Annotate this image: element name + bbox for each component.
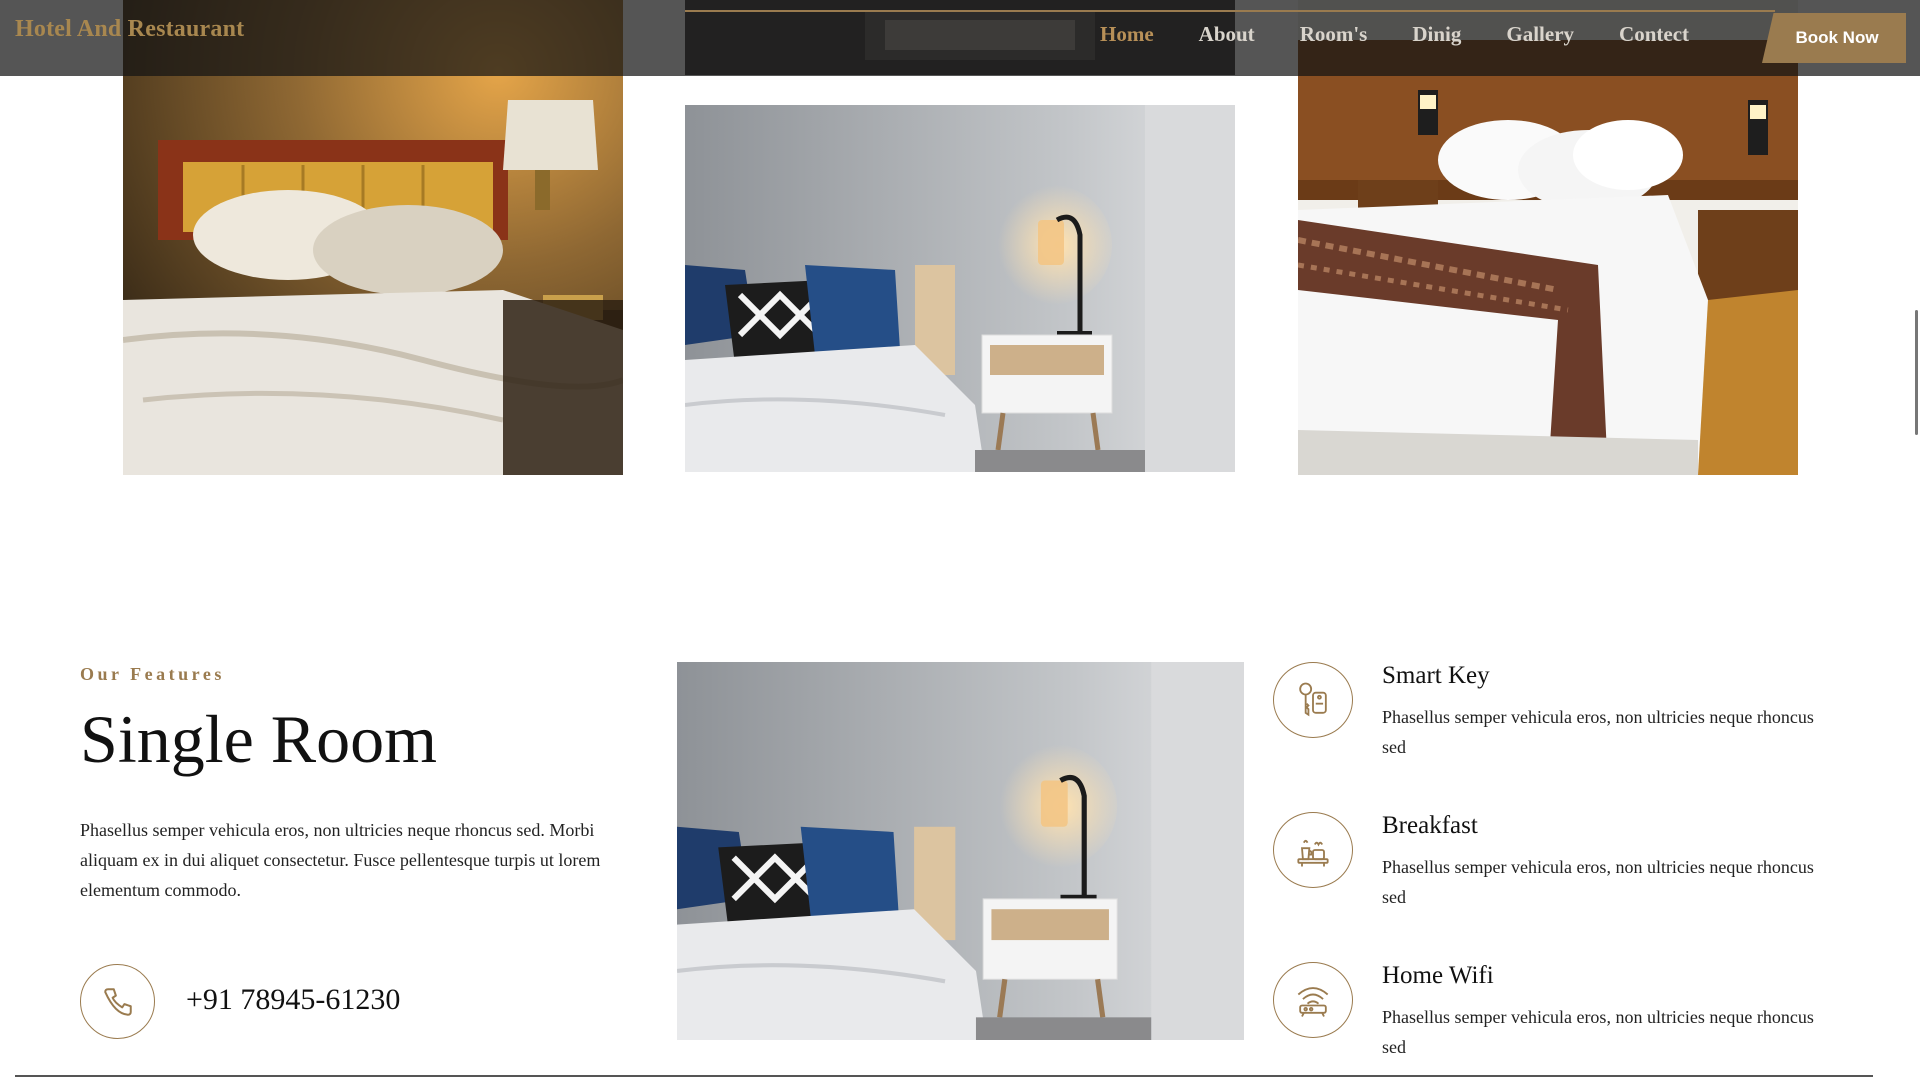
book-now-button[interactable]: Book Now [1762, 13, 1906, 63]
nav-link-about[interactable]: About [1199, 22, 1255, 47]
navbar-accent-line [685, 10, 1775, 12]
feature-text: Phasellus semper vehicula eros, non ultr… [1382, 707, 1814, 757]
nav-link-dining[interactable]: Dinig [1412, 22, 1461, 47]
brand-logo-text[interactable]: Hotel And Restaurant [15, 16, 244, 43]
room-title: Single Room [80, 701, 438, 777]
room-description: Phasellus semper vehicula eros, non ultr… [80, 820, 601, 900]
nav-link-home[interactable]: Home [1100, 22, 1154, 47]
page-scrollbar[interactable] [1915, 310, 1918, 435]
section-divider [15, 1075, 1873, 1077]
phone-icon[interactable] [80, 964, 155, 1039]
top-navbar: Hotel And Restaurant Home About Room's D… [0, 0, 1920, 76]
feature-title: Home Wifi [1382, 962, 1494, 989]
phone-number[interactable]: +91 78945-61230 [186, 983, 400, 1017]
feature-title: Breakfast [1382, 812, 1478, 839]
smart-key-icon [1273, 662, 1353, 738]
single-room-photo [677, 662, 1244, 1040]
feature-title: Smart Key [1382, 662, 1490, 689]
nav-links: Home About Room's Dinig Gallery Contect [1100, 22, 1734, 47]
bedroom-grey-wall-photo [685, 105, 1235, 472]
section-eyebrow: Our Features [80, 664, 225, 684]
nav-link-gallery[interactable]: Gallery [1506, 22, 1574, 47]
breakfast-icon [1273, 812, 1353, 888]
feature-text: Phasellus semper vehicula eros, non ultr… [1382, 1007, 1814, 1057]
nav-link-rooms[interactable]: Room's [1300, 22, 1368, 47]
feature-text: Phasellus semper vehicula eros, non ultr… [1382, 857, 1814, 907]
wifi-icon [1273, 962, 1353, 1038]
nav-link-contact[interactable]: Contect [1619, 22, 1689, 47]
